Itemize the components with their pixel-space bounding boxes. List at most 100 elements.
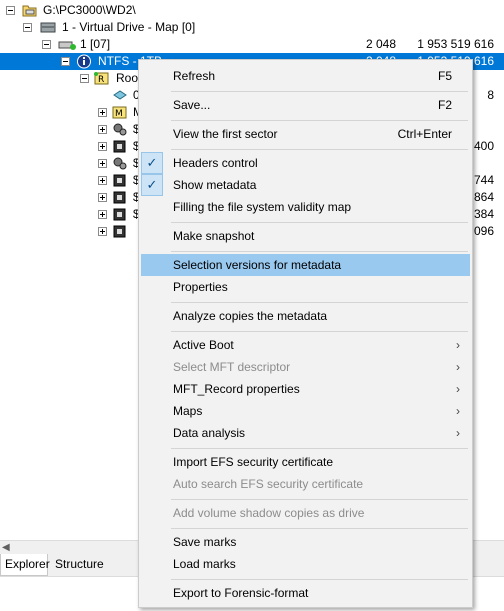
- file-icon: [112, 88, 128, 103]
- menu-item-filling-validity-map[interactable]: Filling the file system validity map: [141, 196, 470, 218]
- cube-icon: [112, 173, 128, 188]
- menu-item-view-first-sector[interactable]: View the first sector Ctrl+Enter: [141, 123, 470, 145]
- menu-item-label: Active Boot: [173, 338, 234, 352]
- menu-item-label: Selection versions for metadata: [173, 258, 342, 272]
- cube-icon: [112, 224, 128, 239]
- menu-item-export-forensic[interactable]: Export to Forensic-format: [141, 582, 470, 604]
- menu-separator: [171, 448, 468, 449]
- menu-item-label: View the first sector: [173, 127, 278, 141]
- menu-item-properties[interactable]: Properties: [141, 276, 470, 298]
- tree-row-virtual-drive[interactable]: 1 - Virtual Drive - Map [0]: [0, 19, 504, 36]
- size-fragment: 384: [473, 207, 494, 221]
- menu-item-save-marks[interactable]: Save marks: [141, 531, 470, 553]
- menu-item-label: Export to Forensic-format: [173, 586, 309, 600]
- expand-toggle[interactable]: [98, 210, 107, 219]
- menu-item-data-analysis[interactable]: Data analysis ›: [141, 422, 470, 444]
- tree-row-label: 1 [07]: [80, 37, 111, 51]
- menu-item-mft-record-properties[interactable]: MFT_Record properties ›: [141, 378, 470, 400]
- menu-item-select-mft-descriptor: Select MFT descriptor ›: [141, 356, 470, 378]
- size-fragment: 096: [473, 224, 494, 238]
- menu-item-label: Properties: [173, 280, 228, 294]
- menu-separator: [171, 222, 468, 223]
- svg-text:M: M: [115, 109, 123, 119]
- menu-item-label: Refresh: [173, 69, 216, 83]
- disk-icon: [40, 20, 56, 35]
- menu-item-label: Headers control: [173, 156, 258, 170]
- menu-item-label: Save marks: [173, 535, 237, 549]
- expand-toggle[interactable]: [98, 193, 107, 202]
- tree-row-root-path[interactable]: G:\PC3000\WD2\: [0, 2, 504, 19]
- size-fragment: 400: [473, 139, 494, 153]
- cube-icon: [112, 190, 128, 205]
- menu-item-show-metadata[interactable]: ✓ Show metadata: [141, 174, 470, 196]
- menu-item-label: Make snapshot: [173, 229, 255, 243]
- checkmark-icon: ✓: [141, 174, 163, 196]
- expand-toggle[interactable]: [98, 125, 107, 134]
- expand-toggle[interactable]: [98, 227, 107, 236]
- menu-item-load-marks[interactable]: Load marks: [141, 553, 470, 575]
- cube-icon: [112, 139, 128, 154]
- gears-icon: [112, 156, 128, 171]
- menu-item-make-snapshot[interactable]: Make snapshot: [141, 225, 470, 247]
- menu-item-label: Load marks: [173, 557, 236, 571]
- mft-icon: M: [112, 105, 128, 120]
- menu-separator: [171, 91, 468, 92]
- menu-separator: [171, 149, 468, 150]
- size-fragment: 744: [473, 173, 494, 187]
- tab-structure[interactable]: Structure: [51, 554, 109, 576]
- submenu-arrow-icon: ›: [456, 426, 460, 440]
- expand-toggle[interactable]: [98, 176, 107, 185]
- submenu-arrow-icon: ›: [456, 382, 460, 396]
- expand-toggle[interactable]: [98, 108, 107, 117]
- menu-item-selection-versions[interactable]: Selection versions for metadata: [141, 254, 470, 276]
- menu-item-label: Auto search EFS security certificate: [173, 477, 364, 491]
- collapse-toggle[interactable]: [42, 40, 51, 49]
- info-icon: [76, 54, 92, 69]
- collapse-toggle[interactable]: [80, 74, 89, 83]
- menu-item-analyze-copies[interactable]: Analyze copies the metadata: [141, 305, 470, 327]
- checkmark-icon: ✓: [141, 152, 163, 174]
- menu-item-refresh[interactable]: Refresh F5: [141, 65, 470, 87]
- scroll-left-icon[interactable]: ◀: [2, 542, 10, 553]
- expand-toggle[interactable]: [98, 142, 107, 151]
- tree-row-label: 1 - Virtual Drive - Map [0]: [62, 20, 196, 34]
- menu-item-label: Add volume shadow copies as drive: [173, 506, 365, 520]
- expand-toggle[interactable]: [98, 159, 107, 168]
- submenu-arrow-icon: ›: [456, 360, 460, 374]
- menu-item-label: Show metadata: [173, 178, 257, 192]
- root-folder-icon: R: [94, 71, 110, 86]
- menu-item-save[interactable]: Save... F2: [141, 94, 470, 116]
- partition-icon: [58, 37, 76, 52]
- submenu-arrow-icon: ›: [456, 404, 460, 418]
- menu-item-label: MFT_Record properties: [173, 382, 300, 396]
- menu-item-active-boot[interactable]: Active Boot ›: [141, 334, 470, 356]
- menu-separator: [171, 120, 468, 121]
- size-value: 1 953 519 616: [417, 37, 494, 51]
- tree-row-partition[interactable]: 1 [07] 2 048 1 953 519 616: [0, 36, 504, 53]
- menu-item-shortcut: F5: [437, 69, 452, 83]
- menu-item-headers-control[interactable]: ✓ Headers control: [141, 152, 470, 174]
- menu-separator: [171, 302, 468, 303]
- menu-separator: [171, 528, 468, 529]
- submenu-arrow-icon: ›: [456, 338, 460, 352]
- menu-item-import-efs-certificate[interactable]: Import EFS security certificate: [141, 451, 470, 473]
- svg-text:R: R: [98, 75, 104, 85]
- menu-separator: [171, 251, 468, 252]
- tab-explorer[interactable]: Explorer: [0, 554, 50, 576]
- menu-item-label: Data analysis: [173, 426, 246, 440]
- start-sector-value: 2 048: [365, 37, 396, 51]
- menu-separator: [171, 331, 468, 332]
- menu-separator: [171, 579, 468, 580]
- collapse-toggle[interactable]: [61, 57, 70, 66]
- cube-icon: [112, 207, 128, 222]
- menu-item-maps[interactable]: Maps ›: [141, 400, 470, 422]
- size-fragment: 864: [473, 190, 494, 204]
- drive-folder-icon: [22, 3, 38, 18]
- context-menu: Refresh F5 Save... F2 View the first sec…: [138, 59, 473, 608]
- menu-item-auto-search-efs-certificate: Auto search EFS security certificate: [141, 473, 470, 495]
- menu-separator: [171, 499, 468, 500]
- menu-item-label: Filling the file system validity map: [173, 200, 352, 214]
- collapse-toggle[interactable]: [6, 6, 15, 15]
- tree-row-label: G:\PC3000\WD2\: [43, 3, 136, 17]
- collapse-toggle[interactable]: [23, 23, 32, 32]
